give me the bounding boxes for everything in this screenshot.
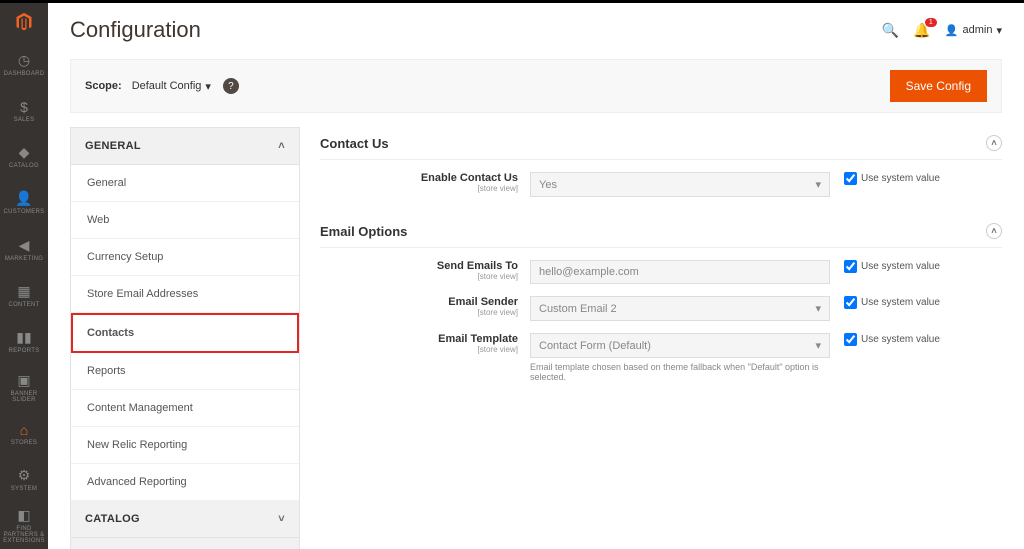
field-note: Email template chosen based on theme fal… bbox=[530, 362, 830, 382]
group-security[interactable]: SECURITY˅ bbox=[71, 538, 299, 549]
person-icon: 👤 bbox=[15, 190, 32, 207]
tag-icon: ◆ bbox=[19, 144, 30, 161]
magento-logo[interactable] bbox=[0, 3, 48, 41]
sidenav-stores[interactable]: ⌂STORES bbox=[0, 411, 48, 457]
field-email-sender: Email Sender[store view] Custom Email 2▾… bbox=[320, 296, 1002, 321]
notifications-icon[interactable]: 🔔1 bbox=[913, 22, 930, 39]
subitem-web[interactable]: Web bbox=[71, 202, 299, 239]
user-icon: 👤 bbox=[945, 24, 959, 37]
gauge-icon: ◷ bbox=[18, 52, 30, 69]
scope-bar: Scope: Default Config▾ ? Save Config bbox=[70, 59, 1002, 113]
topbar: Configuration 🔍 🔔1 👤admin▾ bbox=[48, 3, 1024, 49]
use-system-checkbox[interactable]: Use system value bbox=[844, 260, 940, 273]
scope-label: Scope: bbox=[85, 80, 122, 92]
group-general[interactable]: GENERAL˄ bbox=[71, 128, 299, 165]
chevron-down-icon: ˅ bbox=[278, 513, 285, 525]
sidenav-content[interactable]: ▦CONTENT bbox=[0, 272, 48, 318]
subitem-general[interactable]: General bbox=[71, 165, 299, 202]
chevron-down-icon: ▾ bbox=[815, 178, 821, 191]
user-menu[interactable]: 👤admin▾ bbox=[945, 24, 1002, 37]
main-area: Configuration 🔍 🔔1 👤admin▾ Scope: Defaul… bbox=[48, 3, 1024, 549]
send-emails-input[interactable] bbox=[530, 260, 830, 284]
chart-icon: ▮▮ bbox=[16, 329, 31, 346]
save-config-button[interactable]: Save Config bbox=[890, 70, 987, 102]
megaphone-icon: ◀ bbox=[19, 237, 30, 254]
sidenav-sales[interactable]: $SALES bbox=[0, 88, 48, 134]
page-title: Configuration bbox=[70, 17, 882, 43]
search-icon[interactable]: 🔍 bbox=[882, 22, 899, 39]
slider-icon: ▣ bbox=[17, 372, 30, 389]
use-system-checkbox[interactable]: Use system value bbox=[844, 296, 940, 309]
subitem-contacts[interactable]: Contacts bbox=[71, 313, 299, 353]
email-sender-select[interactable]: Custom Email 2▾ bbox=[530, 296, 830, 321]
chevron-down-icon: ▾ bbox=[815, 339, 821, 352]
subitem-advanced-reporting[interactable]: Advanced Reporting bbox=[71, 464, 299, 501]
sidenav-dashboard[interactable]: ◷DASHBOARD bbox=[0, 41, 48, 87]
config-tree: GENERAL˄ General Web Currency Setup Stor… bbox=[70, 127, 300, 549]
field-enable-contact: Enable Contact Us[store view] Yes▾ Use s… bbox=[320, 172, 1002, 197]
field-email-template: Email Template[store view] Contact Form … bbox=[320, 333, 1002, 382]
use-system-checkbox[interactable]: Use system value bbox=[844, 172, 940, 185]
enable-contact-select[interactable]: Yes▾ bbox=[530, 172, 830, 197]
subitem-store-email[interactable]: Store Email Addresses bbox=[71, 276, 299, 313]
sidenav-partners[interactable]: ◧FIND PARTNERS & EXTENSIONS bbox=[0, 503, 48, 549]
collapse-icon[interactable]: ˄ bbox=[986, 223, 1002, 239]
content: GENERAL˄ General Web Currency Setup Stor… bbox=[48, 127, 1024, 549]
settings-panel: Contact Us˄ Enable Contact Us[store view… bbox=[300, 127, 1002, 549]
group-catalog[interactable]: CATALOG˅ bbox=[71, 501, 299, 538]
subitem-reports[interactable]: Reports bbox=[71, 353, 299, 390]
field-send-emails-to: Send Emails To[store view] Use system va… bbox=[320, 260, 1002, 284]
gear-icon: ⚙ bbox=[18, 467, 31, 484]
sidenav-marketing[interactable]: ◀MARKETING bbox=[0, 226, 48, 272]
section-email-options[interactable]: Email Options˄ bbox=[320, 215, 1002, 248]
email-template-select[interactable]: Contact Form (Default)▾ bbox=[530, 333, 830, 358]
chevron-down-icon: ▾ bbox=[205, 80, 211, 93]
sidenav-reports[interactable]: ▮▮REPORTS bbox=[0, 318, 48, 364]
subitem-currency[interactable]: Currency Setup bbox=[71, 239, 299, 276]
sidenav-customers[interactable]: 👤CUSTOMERS bbox=[0, 180, 48, 226]
puzzle-icon: ◧ bbox=[17, 507, 30, 524]
scope-select[interactable]: Default Config▾ bbox=[132, 80, 211, 93]
chevron-down-icon: ▾ bbox=[996, 24, 1002, 37]
sidenav-system[interactable]: ⚙SYSTEM bbox=[0, 457, 48, 503]
use-system-checkbox[interactable]: Use system value bbox=[844, 333, 940, 346]
content-icon: ▦ bbox=[17, 283, 30, 300]
store-icon: ⌂ bbox=[20, 422, 28, 438]
dollar-icon: $ bbox=[20, 99, 28, 115]
chevron-down-icon: ▾ bbox=[815, 302, 821, 315]
help-icon[interactable]: ? bbox=[223, 78, 239, 94]
sidenav-banner[interactable]: ▣BANNER SLIDER bbox=[0, 364, 48, 410]
section-contact-us[interactable]: Contact Us˄ bbox=[320, 127, 1002, 160]
sidenav-catalog[interactable]: ◆CATALOG bbox=[0, 134, 48, 180]
chevron-up-icon: ˄ bbox=[278, 140, 285, 152]
subitem-content-mgmt[interactable]: Content Management bbox=[71, 390, 299, 427]
notification-badge: 1 bbox=[925, 18, 937, 27]
subitem-newrelic[interactable]: New Relic Reporting bbox=[71, 427, 299, 464]
admin-sidenav: ◷DASHBOARD $SALES ◆CATALOG 👤CUSTOMERS ◀M… bbox=[0, 3, 48, 549]
collapse-icon[interactable]: ˄ bbox=[986, 135, 1002, 151]
